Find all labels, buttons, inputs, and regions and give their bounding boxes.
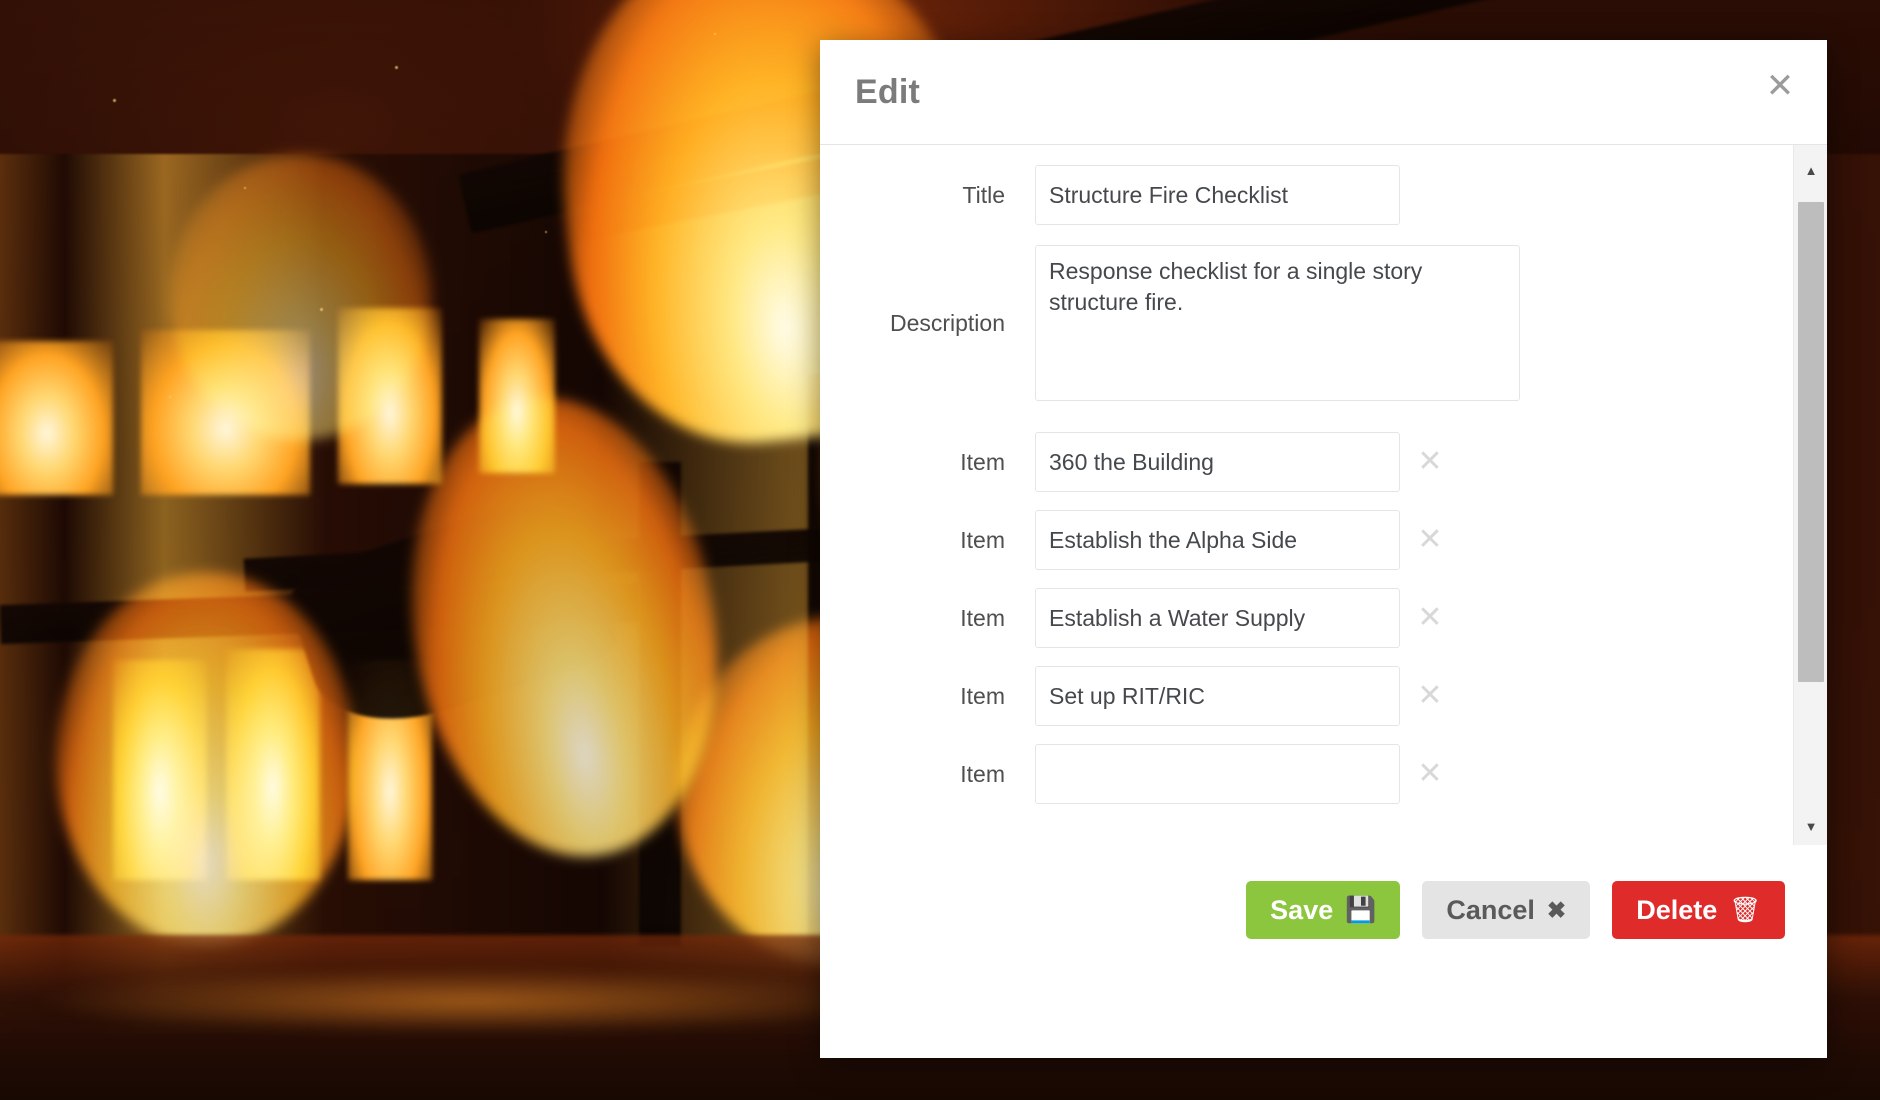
item-field-row: Item ✕: [820, 510, 1793, 570]
item-field-row: Item ✕: [820, 744, 1793, 804]
remove-item-icon[interactable]: ✕: [1400, 432, 1460, 492]
ember-spark: [319, 308, 323, 311]
modal-scrollbar[interactable]: ▲ ▼: [1793, 145, 1827, 845]
scrollbar-thumb[interactable]: [1798, 202, 1824, 682]
cancel-button[interactable]: Cancel ✖: [1422, 881, 1591, 939]
floppy-disk-icon: 💾: [1345, 895, 1377, 924]
ground-fire-glow: [37, 968, 903, 1034]
ember-spark: [394, 66, 398, 69]
item-input[interactable]: [1035, 510, 1400, 570]
item-label: Item: [960, 527, 1005, 553]
trash-can-icon: 🗑: [1729, 895, 1761, 924]
item-field-wrap: [1035, 744, 1400, 804]
description-field-wrap: [1035, 245, 1520, 406]
title-field-row: Title: [820, 165, 1793, 225]
window-glow: [0, 341, 113, 495]
save-button-label: Save: [1270, 894, 1334, 925]
item-field-wrap: [1035, 510, 1400, 570]
item-input[interactable]: [1035, 432, 1400, 492]
item-field-row: Item ✕: [820, 588, 1793, 648]
form-scroll-content: Title Description Item ✕ Item: [820, 145, 1793, 845]
item-input[interactable]: [1035, 588, 1400, 648]
delete-button-label: Delete: [1636, 894, 1718, 925]
item-field-wrap: [1035, 432, 1400, 492]
item-input[interactable]: [1035, 744, 1400, 804]
item-label: Item: [960, 761, 1005, 787]
edit-modal: Edit ✕ Title Description Item: [820, 40, 1827, 1058]
item-field-wrap: [1035, 666, 1400, 726]
chevron-down-icon[interactable]: ▼: [1794, 809, 1827, 843]
item-label: Item: [960, 683, 1005, 709]
close-icon[interactable]: ✕: [1758, 64, 1802, 108]
title-input[interactable]: [1035, 165, 1400, 225]
title-field-wrap: [1035, 165, 1400, 225]
modal-footer: Save 💾 Cancel ✖ Delete 🗑: [820, 845, 1827, 1058]
save-button[interactable]: Save 💾: [1246, 881, 1401, 939]
ember-spark: [112, 99, 116, 102]
title-label: Title: [962, 182, 1005, 208]
remove-item-icon[interactable]: ✕: [1400, 666, 1460, 726]
remove-item-icon[interactable]: ✕: [1400, 510, 1460, 570]
item-field-row: Item ✕: [820, 666, 1793, 726]
page-title: Edit: [855, 73, 921, 111]
x-mark-icon: ✖: [1546, 896, 1567, 923]
cancel-button-label: Cancel: [1446, 894, 1535, 925]
description-field-row: Description: [820, 245, 1793, 406]
description-label: Description: [889, 310, 1005, 336]
remove-item-icon[interactable]: ✕: [1400, 588, 1460, 648]
remove-item-icon[interactable]: ✕: [1400, 744, 1460, 804]
description-textarea[interactable]: [1035, 245, 1520, 401]
flame-plume: [169, 154, 433, 440]
flame-plume: [56, 572, 358, 946]
item-label: Item: [960, 449, 1005, 475]
modal-body-scroll-region: Title Description Item ✕ Item: [820, 145, 1827, 845]
delete-button[interactable]: Delete 🗑: [1612, 881, 1785, 939]
modal-header: Edit ✕: [820, 40, 1827, 145]
item-input[interactable]: [1035, 666, 1400, 726]
item-field-row: Item ✕: [820, 432, 1793, 492]
item-label: Item: [960, 605, 1005, 631]
chevron-up-icon[interactable]: ▲: [1794, 153, 1827, 187]
item-field-wrap: [1035, 588, 1400, 648]
